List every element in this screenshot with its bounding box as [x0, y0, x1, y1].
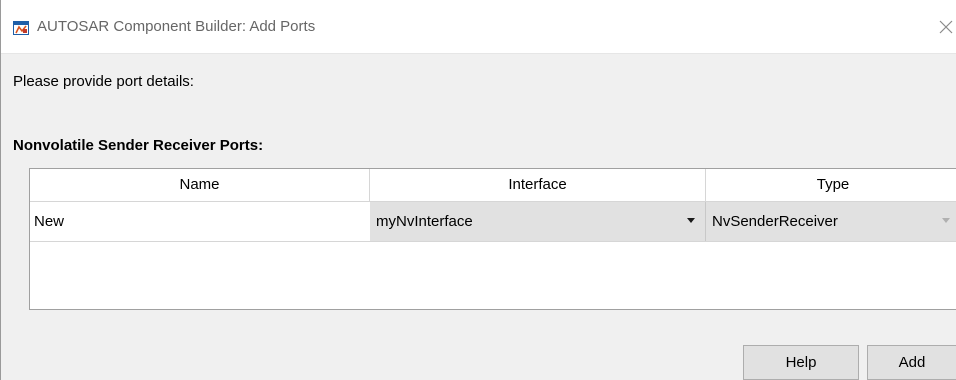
port-name-cell[interactable]: New	[34, 202, 64, 242]
window-title: AUTOSAR Component Builder: Add Ports	[37, 18, 316, 35]
column-header-type: Type	[816, 176, 850, 193]
add-button[interactable]: Add	[867, 345, 956, 380]
chevron-down-icon[interactable]	[687, 218, 695, 223]
title-bar: AUTOSAR Component Builder: Add Ports	[1, 0, 956, 54]
table-row[interactable]: New myNvInterface NvSenderReceiver	[30, 202, 956, 242]
instruction-text: Please provide port details:	[13, 73, 194, 90]
add-ports-dialog: AUTOSAR Component Builder: Add Ports Ple…	[0, 0, 956, 380]
column-header-name: Name	[30, 169, 370, 201]
interface-dropdown-value: myNvInterface	[376, 213, 473, 230]
section-heading: Nonvolatile Sender Receiver Ports:	[13, 137, 264, 154]
chevron-down-icon	[942, 218, 950, 223]
close-icon[interactable]	[935, 16, 956, 38]
column-header-interface: Interface	[370, 169, 706, 201]
type-dropdown: NvSenderReceiver	[706, 202, 956, 241]
ports-table: Name Interface Type New myNvInterface Nv…	[29, 168, 956, 310]
table-header: Name Interface Type	[30, 169, 956, 202]
type-dropdown-value: NvSenderReceiver	[712, 213, 838, 230]
simulink-app-icon	[13, 21, 29, 35]
help-button[interactable]: Help	[743, 345, 859, 380]
interface-dropdown[interactable]: myNvInterface	[370, 202, 706, 241]
